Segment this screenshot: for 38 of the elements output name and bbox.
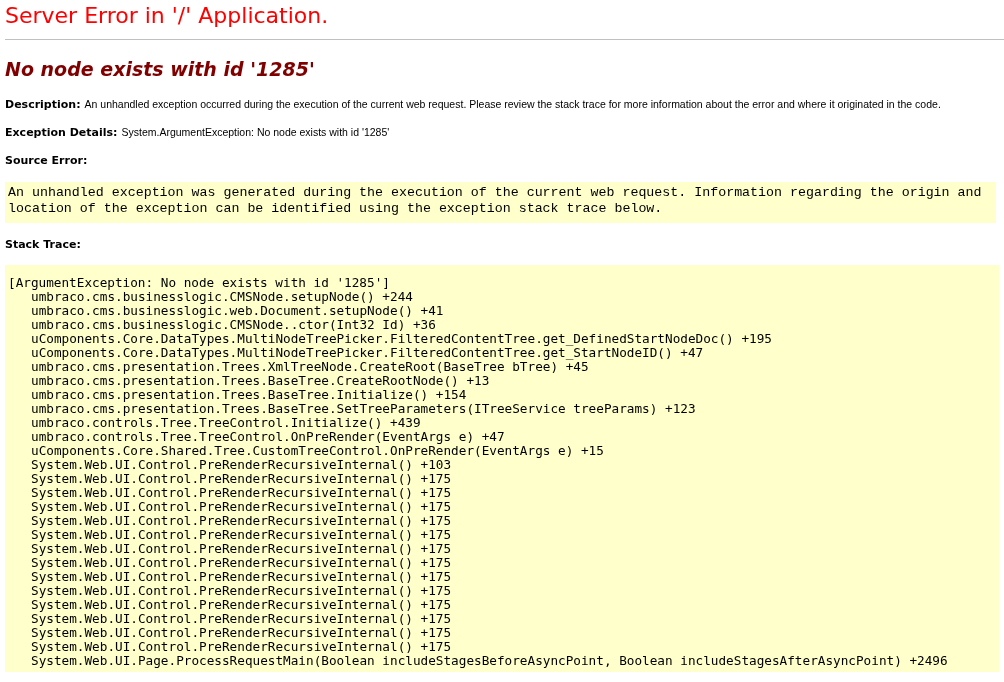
stack-frame: umbraco.cms.presentation.Trees.BaseTree.SetTreeParameters(ITreeService treeParams) +123 [31, 402, 696, 416]
stack-frame: umbraco.cms.businesslogic.CMSNode..ctor(Int32 Id) +36 [31, 318, 436, 332]
source-error-text: An unhandled exception was generated during the execution of the current web request. Information regarding the origin and [8, 185, 983, 201]
stack-frame: System.Web.UI.Control.PreRenderRecursiveInternal() +175 [31, 528, 452, 542]
description-label: Description: [5, 98, 81, 111]
stack-frame: System.Web.UI.Control.PreRenderRecursiveInternal() +175 [31, 584, 452, 598]
stack-frame: uComponents.Core.DataTypes.MultiNodeTreePicker.FilteredContentTree.get_DefinedStartNodeDoc() +195 [31, 332, 772, 346]
stack-frame: uComponents.Core.DataTypes.MultiNodeTreePicker.FilteredContentTree.get_StartNodeID() +47 [31, 346, 704, 360]
stack-frame: umbraco.controls.Tree.TreeControl.Initialize() +439 [31, 416, 421, 430]
stack-frame: umbraco.cms.businesslogic.CMSNode.setupNode() +244 [31, 290, 413, 304]
stack-frame: System.Web.UI.Control.PreRenderRecursiveInternal() +175 [31, 542, 452, 556]
stack-frame: umbraco.cms.presentation.Trees.BaseTree.Initialize() +154 [31, 388, 467, 402]
source-error-label: Source Error: [5, 154, 88, 167]
page-title: Server Error in '/' Application. [5, 2, 330, 30]
stack-trace-label: Stack Trace: [5, 238, 81, 251]
stack-frame: umbraco.cms.presentation.Trees.XmlTreeNode.CreateRoot(BaseTree bTree) +45 [31, 360, 589, 374]
stack-frame: System.Web.UI.Control.PreRenderRecursiveInternal() +175 [31, 556, 452, 570]
stack-frame: System.Web.UI.Control.PreRenderRecursiveInternal() +175 [31, 486, 452, 500]
error-heading: No node exists with id '1285' [5, 57, 315, 81]
stack-frame: umbraco.cms.presentation.Trees.BaseTree.CreateRootNode() +13 [31, 374, 490, 388]
stack-frame: System.Web.UI.Control.PreRenderRecursiveInternal() +175 [31, 570, 452, 584]
source-error-text: location of the exception can be identified using the exception stack trace below. [8, 201, 664, 217]
stack-frame: uComponents.Core.Shared.Tree.CustomTreeControl.OnPreRender(EventArgs e) +15 [31, 444, 604, 458]
stack-frame: System.Web.UI.Control.PreRenderRecursiveInternal() +175 [31, 626, 452, 640]
description-text: An unhandled exception occurred during the execution of the current web request. Please review the stack trace for more information about the error and where it originated in the code. [84, 98, 941, 110]
exception-details-text: System.ArgumentException: No node exists with id '1285' [121, 126, 390, 138]
stack-frame: System.Web.UI.Control.PreRenderRecursiveInternal() +175 [31, 472, 452, 486]
stack-frame: System.Web.UI.Control.PreRenderRecursiveInternal() +175 [31, 612, 452, 626]
stack-frame: System.Web.UI.Control.PreRenderRecursiveInternal() +175 [31, 514, 452, 528]
stack-frame: System.Web.UI.Control.PreRenderRecursiveInternal() +103 [31, 458, 452, 472]
stack-frame: System.Web.UI.Control.PreRenderRecursiveInternal() +175 [31, 500, 452, 514]
stack-frame: System.Web.UI.Page.ProcessRequestMain(Boolean includeStagesBeforeAsyncPoint, Boolean includeStagesAfterAsyncPoint) +2496 [31, 654, 948, 668]
stack-trace-header: [ArgumentException: No node exists with id '1285'] [8, 276, 390, 290]
stack-frame: System.Web.UI.Control.PreRenderRecursiveInternal() +175 [31, 598, 452, 612]
exception-details-label: Exception Details: [5, 126, 118, 139]
stack-frame: umbraco.cms.businesslogic.web.Document.setupNode() +41 [31, 304, 444, 318]
stack-frame: umbraco.controls.Tree.TreeControl.OnPreRender(EventArgs e) +47 [31, 430, 505, 444]
stack-frame: System.Web.UI.Control.PreRenderRecursiveInternal() +175 [31, 640, 452, 654]
